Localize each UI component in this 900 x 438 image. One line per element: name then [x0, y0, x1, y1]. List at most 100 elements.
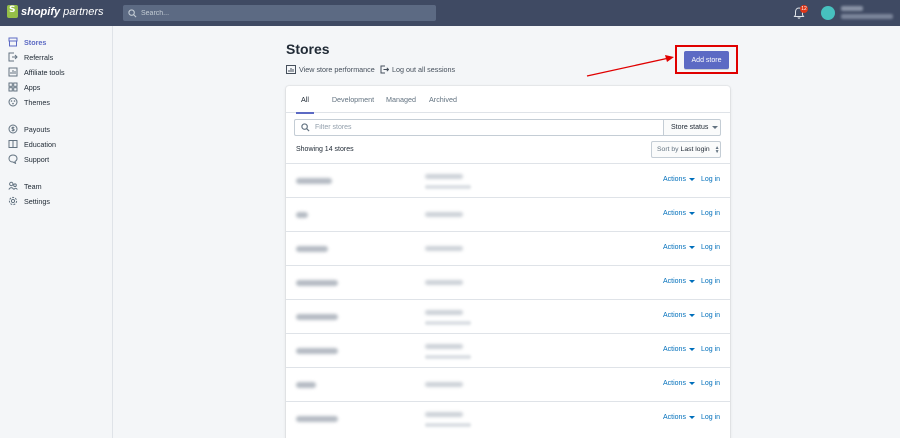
- store-plan-redacted: [425, 412, 463, 417]
- search-icon: [301, 123, 310, 132]
- log-in-link[interactable]: Log in: [701, 312, 720, 319]
- store-status-dropdown[interactable]: Store status: [663, 119, 721, 136]
- avatar[interactable]: [821, 6, 835, 20]
- brand-name: shopify partners: [21, 5, 104, 18]
- shopify-bag-icon: [7, 5, 18, 18]
- store-note-redacted: [425, 321, 471, 325]
- table-row[interactable]: Actions Log in: [286, 367, 730, 401]
- add-store-button[interactable]: Add store: [684, 51, 729, 69]
- sidebar-item-stores[interactable]: Stores: [0, 35, 112, 49]
- tab-managed[interactable]: Managed: [384, 86, 418, 113]
- view-store-performance-link[interactable]: View store performance: [286, 65, 375, 74]
- store-plan-redacted: [425, 344, 463, 349]
- actions-menu[interactable]: Actions: [663, 210, 695, 217]
- annotation-arrow: [586, 55, 674, 77]
- table-row[interactable]: Actions Log in: [286, 299, 730, 333]
- table-row[interactable]: Actions Log in: [286, 231, 730, 265]
- store-note-redacted: [425, 423, 471, 427]
- logout-icon: [380, 65, 389, 74]
- sidebar-item-label: Referrals: [24, 52, 54, 62]
- log-in-link[interactable]: Log in: [701, 210, 720, 217]
- log-out-sessions-link[interactable]: Log out all sessions: [380, 65, 455, 74]
- actions-menu[interactable]: Actions: [663, 278, 695, 285]
- actions-menu[interactable]: Actions: [663, 312, 695, 319]
- table-row[interactable]: Actions Log in: [286, 401, 730, 435]
- sidebar-item-label: Apps: [24, 82, 41, 92]
- store-name-redacted: [296, 416, 338, 422]
- referral-icon: [8, 52, 18, 62]
- store-icon: [8, 37, 18, 47]
- sidebar-item-referrals[interactable]: Referrals: [0, 50, 112, 64]
- sidebar-item-affiliate-tools[interactable]: Affiliate tools: [0, 65, 112, 79]
- store-status-label: Store status: [671, 124, 709, 131]
- actions-menu[interactable]: Actions: [663, 380, 695, 387]
- page-title: Stores: [286, 41, 330, 57]
- table-row[interactable]: Actions Log in: [286, 163, 730, 197]
- table-row[interactable]: Actions Log in: [286, 197, 730, 231]
- caret-down-icon: [712, 126, 719, 129]
- global-search-input[interactable]: [141, 9, 421, 17]
- filter-stores-input[interactable]: [315, 124, 645, 131]
- sidebar-item-education[interactable]: Education: [0, 137, 112, 151]
- account-name-redacted[interactable]: [841, 6, 863, 11]
- payouts-icon: [8, 124, 18, 134]
- store-plan-redacted: [425, 246, 463, 251]
- actions-menu[interactable]: Actions: [663, 414, 695, 421]
- store-note-redacted: [425, 185, 471, 189]
- tab-all[interactable]: All: [296, 86, 314, 114]
- log-in-link[interactable]: Log in: [701, 244, 720, 251]
- store-plan-redacted: [425, 310, 463, 315]
- apps-icon: [8, 82, 18, 92]
- top-bar: shopify partners 12: [0, 0, 900, 26]
- sort-dropdown[interactable]: Sort by Last login ▲ ▼: [651, 141, 721, 158]
- sort-value: Last login: [680, 146, 710, 153]
- log-in-link[interactable]: Log in: [701, 380, 720, 387]
- sidebar-item-settings[interactable]: Settings: [0, 194, 112, 208]
- log-in-link[interactable]: Log in: [701, 346, 720, 353]
- table-row[interactable]: Actions Log in: [286, 265, 730, 299]
- sidebar: Stores Referrals Affiliate tools Apps Th…: [0, 26, 113, 438]
- store-plan-redacted: [425, 212, 463, 217]
- store-name-redacted: [296, 178, 332, 184]
- caret-down-icon: [688, 348, 695, 351]
- store-plan-redacted: [425, 174, 463, 179]
- tab-development[interactable]: Development: [330, 86, 376, 113]
- sidebar-item-label: Support: [24, 154, 50, 164]
- sidebar-item-apps[interactable]: Apps: [0, 80, 112, 94]
- store-note-redacted: [425, 355, 471, 359]
- store-name-redacted: [296, 280, 338, 286]
- stores-card: All Development Managed Archived Store s…: [286, 86, 730, 438]
- tab-archived[interactable]: Archived: [427, 86, 459, 113]
- account-org-redacted[interactable]: [841, 14, 893, 19]
- support-icon: [8, 154, 18, 164]
- log-in-link[interactable]: Log in: [701, 278, 720, 285]
- store-name-redacted: [296, 246, 328, 252]
- caret-down-icon: [688, 314, 695, 317]
- actions-menu[interactable]: Actions: [663, 244, 695, 251]
- sort-caret-icon: ▲ ▼: [714, 144, 720, 155]
- log-in-link[interactable]: Log in: [701, 414, 720, 421]
- sidebar-item-label: Stores: [24, 37, 47, 47]
- search-icon: [128, 8, 137, 17]
- filter-stores-field[interactable]: [294, 119, 664, 136]
- actions-menu[interactable]: Actions: [663, 346, 695, 353]
- sidebar-item-team[interactable]: Team: [0, 179, 112, 193]
- education-icon: [8, 139, 18, 149]
- store-name-redacted: [296, 212, 308, 218]
- notification-badge: 12: [800, 5, 808, 13]
- caret-down-icon: [688, 178, 695, 181]
- actions-menu[interactable]: Actions: [663, 176, 695, 183]
- global-search[interactable]: [123, 5, 436, 21]
- sidebar-item-themes[interactable]: Themes: [0, 95, 112, 109]
- sidebar-item-payouts[interactable]: Payouts: [0, 122, 112, 136]
- sidebar-item-label: Themes: [24, 97, 50, 107]
- caret-down-icon: [688, 246, 695, 249]
- team-icon: [8, 181, 18, 191]
- sidebar-item-support[interactable]: Support: [0, 152, 112, 166]
- shopify-partners-logo[interactable]: shopify partners: [7, 5, 104, 18]
- log-in-link[interactable]: Log in: [701, 176, 720, 183]
- log-out-sessions-label: Log out all sessions: [392, 65, 456, 74]
- table-row[interactable]: Actions Log in: [286, 333, 730, 367]
- store-name-redacted: [296, 314, 338, 320]
- caret-down-icon: [688, 416, 695, 419]
